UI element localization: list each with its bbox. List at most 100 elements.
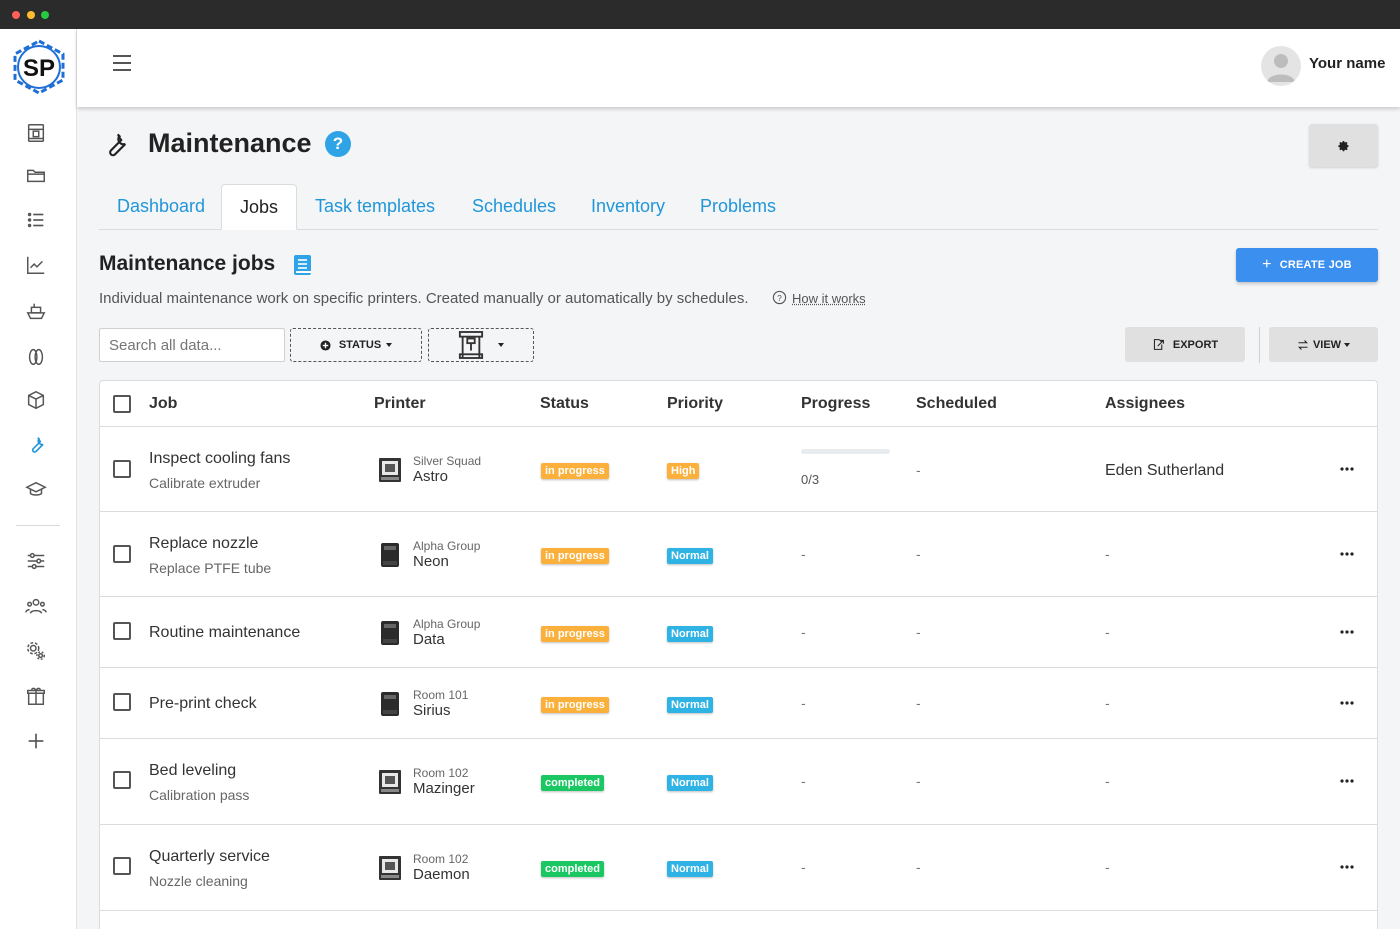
- table-row[interactable]: Replace nozzle Replace PTFE tube Alpha G…: [100, 512, 1377, 597]
- column-header-printer[interactable]: Printer: [374, 395, 426, 413]
- status-filter-button[interactable]: STATUS: [290, 328, 422, 362]
- row-checkbox[interactable]: [113, 771, 131, 789]
- printer-thumbnail-icon: [379, 856, 401, 880]
- book-icon[interactable]: [293, 254, 313, 276]
- progress-count: 0/3: [801, 472, 820, 487]
- sidebar-item-add[interactable]: [22, 727, 50, 755]
- user-avatar[interactable]: [1261, 46, 1301, 86]
- printer-thumbnail-icon: [381, 543, 399, 567]
- sidebar-item-printers[interactable]: [22, 119, 50, 147]
- more-options-icon[interactable]: [1337, 627, 1357, 637]
- printer-name[interactable]: Sirius: [413, 702, 451, 719]
- tab-schedules[interactable]: Schedules: [454, 184, 574, 230]
- help-icon[interactable]: ?: [325, 131, 351, 157]
- job-name[interactable]: Quarterly service: [149, 848, 270, 866]
- job-name[interactable]: Pre-print check: [149, 695, 257, 713]
- user-name[interactable]: Your name: [1309, 55, 1385, 72]
- wrench-icon: [31, 437, 44, 453]
- minimize-window-button[interactable]: [27, 11, 35, 19]
- more-options-icon[interactable]: [1337, 776, 1357, 786]
- tab-bar: Dashboard Jobs Task templates Schedules …: [99, 184, 1378, 230]
- row-checkbox[interactable]: [113, 460, 131, 478]
- search-input[interactable]: [99, 328, 285, 362]
- sidebar-item-maintenance[interactable]: [22, 431, 50, 459]
- sidebar-item-analytics[interactable]: [22, 251, 50, 279]
- more-options-icon[interactable]: [1337, 549, 1357, 559]
- assignees-value: -: [1105, 546, 1110, 562]
- toolbar-divider: [1259, 327, 1260, 363]
- sidebar-item-preferences[interactable]: [22, 547, 50, 575]
- status-badge: in progress: [541, 626, 609, 642]
- column-header-scheduled[interactable]: Scheduled: [916, 395, 997, 413]
- sidebar-item-inventory[interactable]: [22, 386, 50, 414]
- row-checkbox[interactable]: [113, 545, 131, 563]
- window-titlebar: [0, 0, 1400, 29]
- sidebar-item-rewards[interactable]: [22, 682, 50, 710]
- sidebar-item-filaments[interactable]: [22, 343, 50, 371]
- sidebar-item-files[interactable]: [22, 161, 50, 189]
- column-header-assignees[interactable]: Assignees: [1105, 395, 1185, 413]
- sidebar-item-team[interactable]: [22, 592, 50, 620]
- table-row[interactable]: Inspect cooling fans Calibrate extruder …: [100, 427, 1377, 512]
- column-header-priority[interactable]: Priority: [667, 395, 723, 413]
- create-job-label: CREATE JOB: [1279, 259, 1352, 271]
- printer-name[interactable]: Data: [413, 631, 445, 648]
- view-button[interactable]: VIEW: [1269, 327, 1378, 362]
- printer-group: Silver Squad: [413, 454, 482, 468]
- status-filter-label: STATUS: [338, 339, 382, 351]
- status-badge: in progress: [541, 463, 609, 479]
- printer-name[interactable]: Neon: [413, 553, 449, 570]
- column-header-progress[interactable]: Progress: [801, 395, 870, 413]
- printer-name[interactable]: Astro: [413, 468, 448, 485]
- sidebar-divider: [16, 525, 60, 526]
- row-checkbox[interactable]: [113, 857, 131, 875]
- page-settings-button[interactable]: [1309, 124, 1378, 167]
- table-row[interactable]: Routine maintenance Alpha Group Data in …: [100, 597, 1377, 668]
- app-logo[interactable]: SP: [9, 39, 69, 95]
- progress-value: -: [801, 624, 806, 640]
- table-row[interactable]: Quarterly service Nozzle cleaning Room 1…: [100, 825, 1377, 911]
- create-job-button[interactable]: + CREATE JOB: [1236, 248, 1378, 282]
- more-options-icon[interactable]: [1337, 698, 1357, 708]
- tab-inventory[interactable]: Inventory: [573, 184, 683, 230]
- menu-toggle-icon[interactable]: [113, 55, 131, 71]
- table-row[interactable]: Bed leveling Calibration pass Room 102 M…: [100, 739, 1377, 825]
- status-badge: completed: [541, 775, 605, 791]
- more-options-icon[interactable]: [1337, 464, 1357, 474]
- export-button[interactable]: EXPORT: [1125, 327, 1245, 362]
- select-all-checkbox[interactable]: [113, 395, 131, 413]
- row-checkbox[interactable]: [113, 693, 131, 711]
- printer-name[interactable]: Mazinger: [413, 780, 475, 797]
- tab-problems[interactable]: Problems: [682, 184, 794, 230]
- gear-icon: [1337, 140, 1348, 151]
- row-checkbox[interactable]: [113, 622, 131, 640]
- column-header-status[interactable]: Status: [540, 395, 589, 413]
- more-options-icon[interactable]: [1337, 862, 1357, 872]
- job-name[interactable]: Bed leveling: [149, 762, 236, 780]
- printer-thumbnail-icon: [381, 692, 399, 716]
- status-badge: completed: [541, 861, 605, 877]
- column-header-job[interactable]: Job: [149, 395, 177, 413]
- close-window-button[interactable]: [12, 11, 20, 19]
- section-description: Individual maintenance work on specific …: [99, 290, 749, 307]
- assignees-value: -: [1105, 859, 1110, 875]
- tab-jobs[interactable]: Jobs: [221, 184, 298, 230]
- sidebar-item-settings[interactable]: [22, 637, 50, 665]
- job-name[interactable]: Routine maintenance: [149, 624, 300, 642]
- how-it-works-link[interactable]: How it works: [792, 291, 866, 306]
- job-name[interactable]: Inspect cooling fans: [149, 450, 290, 468]
- sidebar-item-academy[interactable]: [22, 476, 50, 504]
- printer-filter-button[interactable]: [428, 328, 534, 362]
- tab-task-templates[interactable]: Task templates: [297, 184, 453, 230]
- printer-icon: [27, 124, 45, 142]
- table-row[interactable]: Pre-print check Room 101 Sirius in progr…: [100, 668, 1377, 739]
- printer-name[interactable]: Daemon: [413, 866, 470, 883]
- tab-dashboard[interactable]: Dashboard: [99, 184, 223, 230]
- sidebar-item-queue[interactable]: [22, 206, 50, 234]
- maximize-window-button[interactable]: [41, 11, 49, 19]
- sidebar-item-orders[interactable]: [22, 297, 50, 325]
- gift-icon: [27, 687, 45, 705]
- jobs-table: Job Printer Status Priority Progress Sch…: [99, 380, 1378, 929]
- export-icon: [1153, 339, 1164, 350]
- job-name[interactable]: Replace nozzle: [149, 535, 258, 553]
